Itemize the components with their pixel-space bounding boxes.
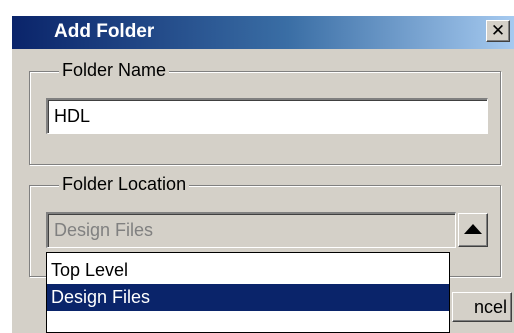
dialog-title: Add Folder <box>54 21 155 42</box>
arrow-up-icon <box>464 224 482 234</box>
folder-location-combo[interactable]: Design Files <box>46 212 456 248</box>
folder-location-dropdown-button[interactable] <box>458 213 488 247</box>
folder-name-legend: Folder Name <box>59 60 170 80</box>
folder-name-input[interactable]: HDL <box>46 98 488 134</box>
title-bar[interactable]: Add Folder ✕ <box>12 16 514 49</box>
folder-location-options-list: Top Level Design Files <box>46 252 450 333</box>
screen: Add Folder ✕ Folder Name HDL Folder Loca… <box>0 0 514 333</box>
close-icon: ✕ <box>490 20 506 41</box>
option-design-files[interactable]: Design Files <box>47 284 449 311</box>
folder-location-legend: Folder Location <box>59 174 190 194</box>
cancel-button-label: ncel <box>473 297 507 317</box>
option-top-level[interactable]: Top Level <box>47 257 449 284</box>
close-button[interactable]: ✕ <box>486 20 510 42</box>
add-folder-dialog: Add Folder ✕ Folder Name HDL Folder Loca… <box>12 16 514 333</box>
cancel-button[interactable]: ncel <box>452 292 512 322</box>
